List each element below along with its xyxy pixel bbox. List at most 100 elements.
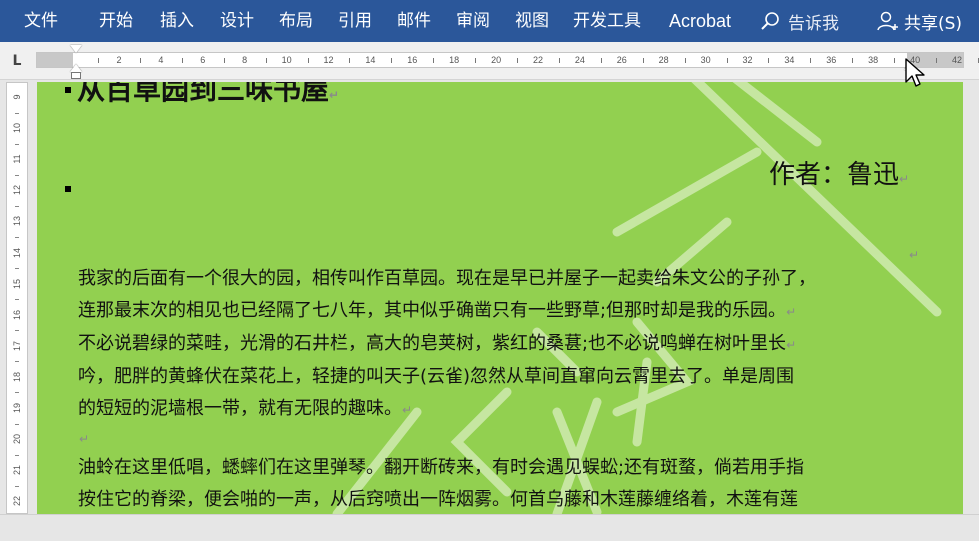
vertical-ruler-tick-label: 9 (12, 94, 22, 100)
ruler-tick-mark (391, 58, 393, 63)
ruler-tick-mark (181, 58, 183, 63)
ruler-tick-label: 16 (407, 55, 418, 65)
ruler-tick-mark (558, 58, 560, 63)
vertical-ruler-tick-label: 11 (12, 154, 22, 164)
ruler-tick-label: 22 (532, 55, 544, 65)
paragraph-line: 吟，肥胖的黄蜂伏在菜花上，轻捷的叫天子(云雀)忽然从草间直窜向云霄里去了。单是周… (78, 366, 795, 387)
share-button[interactable]: 共享(S) (876, 0, 962, 42)
vertical-ruler-tick-label: 12 (12, 185, 22, 196)
document-page[interactable]: 从百草园到三味书屋↵ 作者：鲁迅↵ ↵ 我家的后面有一个很大的园，相传叫作百草园… (37, 82, 963, 514)
paragraph-1[interactable]: 我家的后面有一个很大的园，相传叫作百草园。现在是早已并屋子一起卖给朱文公的子孙了… (78, 263, 816, 426)
ruler-tick-mark (349, 58, 351, 63)
ruler-tick-label: 42 (951, 55, 963, 65)
ruler-tick-mark (936, 58, 938, 63)
paragraph-mark: ↵ (329, 88, 340, 102)
tab-developer[interactable]: 开发工具 (573, 0, 641, 42)
paragraph-line: 油蛉在这里低唱，蟋蟀们在这里弹琴。翻开断砖来，有时会遇见蜈蚣;还有斑蝥，倘若用手… (78, 457, 805, 478)
vertical-ruler-tick-mark (15, 485, 19, 487)
ruler-tick-label: 30 (700, 55, 711, 65)
ruler-tick-label: 6 (200, 55, 206, 65)
ruler-left-margin (37, 53, 73, 67)
ruler-tick-mark (810, 58, 812, 63)
ruler-row: L 2 4 6 8 10 12 14 16 18 20 22 24 26 28 30 32 34 36 38 40 42 (0, 42, 979, 80)
first-line-indent-marker[interactable] (70, 45, 82, 53)
ruler-tick-mark (600, 58, 602, 63)
paragraph-line: 按住它的脊梁，便会啪的一声，从后窍喷出一阵烟雾。何首乌藤和木莲藤缠络着，木莲有莲 (78, 489, 798, 510)
ruler-tick-mark (265, 58, 267, 63)
tell-me-search[interactable]: 告诉我 (760, 0, 839, 42)
vertical-ruler[interactable]: 9 10 11 12 13 14 15 16 17 18 19 20 21 22 (6, 82, 28, 518)
vertical-ruler-tick-label: 10 (12, 123, 22, 134)
ruler-tick-mark (98, 58, 100, 63)
paragraph-mark: ↵ (402, 403, 413, 417)
tab-acrobat[interactable]: Acrobat (669, 0, 731, 42)
ruler-tick-label: 38 (868, 55, 879, 65)
tab-layout[interactable]: 布局 (279, 0, 313, 42)
vertical-ruler-tick-label: 16 (12, 309, 22, 320)
vertical-ruler-tick-mark (15, 454, 19, 456)
vertical-ruler-tick-label: 13 (12, 216, 22, 227)
status-strip (0, 514, 979, 541)
vertical-ruler-tick-mark (15, 299, 19, 301)
vertical-ruler-tick-label: 17 (12, 340, 22, 351)
ruler-tick-label: 14 (365, 55, 376, 65)
paragraph-mark: ↵ (786, 338, 797, 352)
ruler-tick-label: 2 (116, 55, 122, 65)
tab-mailings[interactable]: 邮件 (397, 0, 431, 42)
ruler-tick-label: 24 (574, 55, 585, 65)
ruler-tick-mark (894, 58, 896, 63)
author-text: 作者：鲁迅 (769, 160, 900, 190)
paragraph-line: 连那最末次的相见也已经隔了七八年，其中似乎确凿只有一些野草;但那时却是我的乐园。… (78, 300, 797, 321)
vertical-ruler-tick-mark (15, 112, 19, 114)
vertical-ruler-tick-mark (15, 143, 19, 145)
paragraph-mark: ↵ (79, 432, 90, 446)
vertical-ruler-tick-mark (15, 423, 19, 425)
paragraph-mark: ↵ (899, 172, 910, 186)
share-label: 共享(S) (904, 13, 963, 34)
vertical-ruler-tick-mark (15, 205, 19, 207)
paragraph-2[interactable]: 油蛉在这里低唱，蟋蟀们在这里弹琴。翻开断砖来，有时会遇见蜈蚣;还有斑蝥，倘若用手… (78, 452, 804, 514)
ruler-tick-label: 12 (323, 55, 334, 65)
paragraph-line: 的短短的泥墙根一带，就有无限的趣味。↵ (78, 398, 413, 419)
lightbulb-search-icon (761, 12, 779, 30)
ruler-tick-mark (517, 58, 519, 63)
tab-stop-selector[interactable]: L (6, 50, 28, 72)
ruler-tick-label: 20 (491, 55, 502, 65)
tab-home[interactable]: 开始 (99, 0, 133, 42)
vertical-ruler-tick-mark (15, 330, 19, 332)
ruler-tick-label: 26 (616, 55, 627, 65)
ruler-tick-mark (684, 58, 686, 63)
vertical-ruler-tick-label: 15 (12, 278, 22, 289)
ruler-tick-label: 18 (449, 55, 460, 65)
ribbon-tab-bar: 文件 开始 插入 设计 布局 引用 邮件 审阅 视图 开发工具 Acrobat … (0, 0, 979, 42)
hanging-indent-marker[interactable] (70, 64, 82, 72)
document-title[interactable]: 从百草园到三味书屋↵ (77, 82, 339, 113)
ruler-tick-mark (852, 58, 854, 63)
ruler-tick-label: 36 (826, 55, 837, 65)
ruler-tick-mark (475, 58, 477, 63)
person-add-icon (877, 11, 898, 31)
horizontal-ruler[interactable]: 2 4 6 8 10 12 14 16 18 20 22 24 26 28 30 32 34 36 38 40 42 (36, 52, 979, 68)
vertical-ruler-tick-mark (15, 392, 19, 394)
tab-view[interactable]: 视图 (515, 0, 549, 42)
tell-me-label: 告诉我 (788, 13, 839, 34)
mouse-pointer-icon (905, 58, 925, 87)
author-line[interactable]: 作者：鲁迅↵ (769, 158, 909, 196)
tab-review[interactable]: 审阅 (456, 0, 490, 42)
ruler-tick-label: 10 (281, 55, 292, 65)
ruler-tick-label: 8 (242, 55, 248, 65)
vertical-ruler-tick-mark (15, 236, 19, 238)
ruler-tick-mark (726, 58, 728, 63)
tab-references[interactable]: 引用 (338, 0, 372, 42)
tab-file[interactable]: 文件 (24, 0, 58, 42)
tab-insert[interactable]: 插入 (160, 0, 194, 42)
left-indent-marker[interactable] (71, 72, 81, 79)
ruler-tick-mark (223, 58, 225, 63)
ruler-tick-mark (642, 58, 644, 63)
paragraph-line: 我家的后面有一个很大的园，相传叫作百草园。现在是早已并屋子一起卖给朱文公的子孙了… (78, 268, 816, 289)
ruler-tick-label: 28 (658, 55, 669, 65)
paragraph-mark: ↵ (786, 305, 797, 319)
tab-design[interactable]: 设计 (220, 0, 254, 42)
paragraph-mark: ↵ (909, 248, 920, 262)
vertical-ruler-tick-mark (15, 174, 19, 176)
